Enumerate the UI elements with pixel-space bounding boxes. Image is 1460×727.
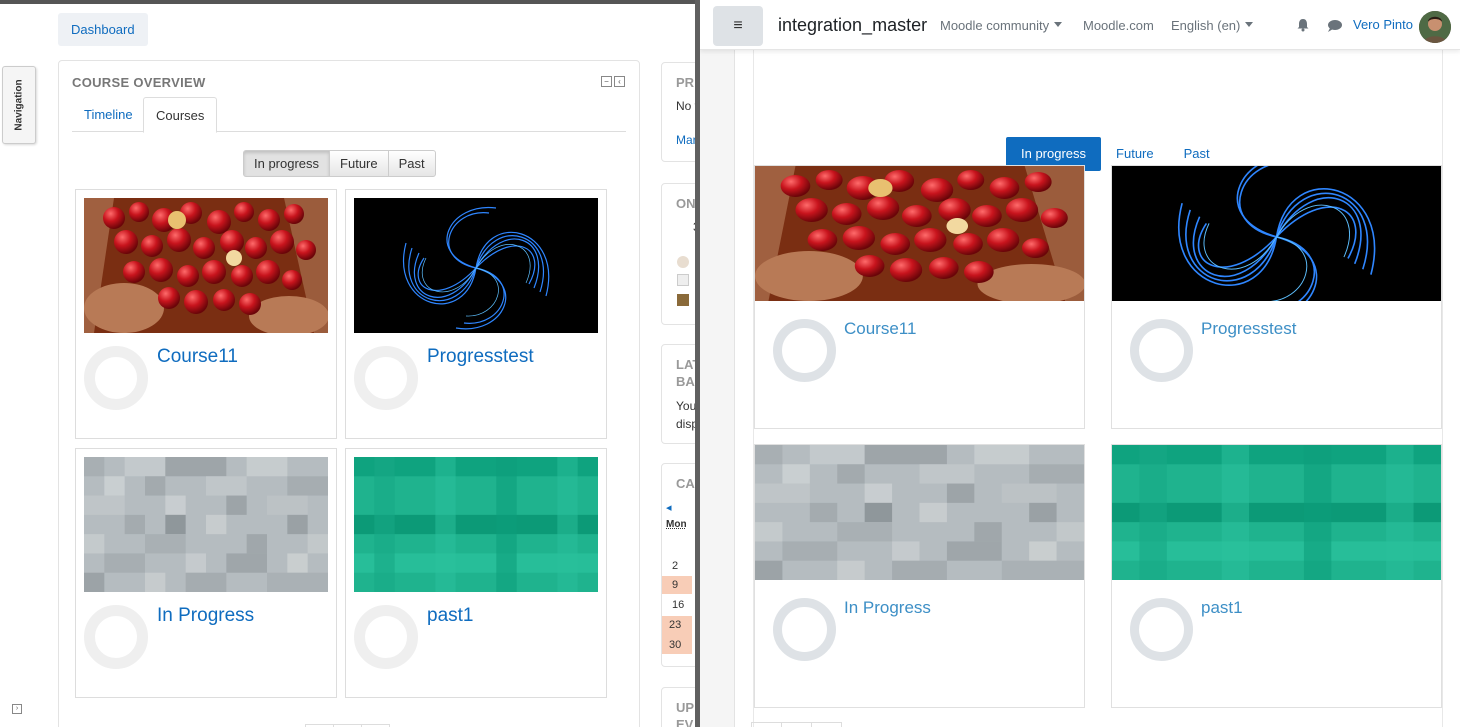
calendar-block: CA ◂ Mon 2 9 16 23 30 (661, 463, 697, 667)
notification-bell-icon[interactable] (1296, 18, 1310, 32)
pagination-next[interactable] (811, 722, 842, 727)
block-heading: BA (676, 374, 695, 389)
latest-badges-block: LAT BA You disp (661, 344, 697, 444)
course-card[interactable]: 0% past1 (1111, 444, 1442, 708)
course-name-link[interactable]: In Progress (844, 598, 931, 618)
user-avatar[interactable] (677, 274, 689, 286)
course-name-link[interactable]: Progresstest (1201, 319, 1296, 339)
block-text: disp (676, 417, 697, 431)
course-name-link[interactable]: Course11 (157, 346, 238, 368)
main-content: In progress Future Past 0% Course11 0% P… (734, 50, 1460, 727)
site-name[interactable]: integration_master (778, 15, 927, 36)
course-card[interactable]: 0% Course11 (754, 165, 1085, 429)
course-image[interactable] (1112, 445, 1441, 580)
calendar-day[interactable]: 2 (672, 560, 678, 572)
block-heading: ON (676, 196, 696, 211)
calendar-day[interactable]: 9 (672, 579, 678, 591)
navigation-drawer-tab[interactable]: Navigation (2, 66, 36, 144)
block-heading: CA (676, 476, 695, 491)
block-heading: PR (676, 75, 695, 90)
expand-icon[interactable]: › (12, 704, 22, 714)
course-overview-tabs: Timeline Courses (72, 97, 626, 133)
progress-ring: 0% (1130, 598, 1193, 661)
user-menu-name[interactable]: Vero Pinto (1353, 17, 1413, 32)
course-name-link[interactable]: In Progress (157, 605, 254, 627)
course-image[interactable] (1112, 166, 1441, 301)
course-image[interactable] (755, 445, 1084, 580)
progress-ring: 0% (1130, 319, 1193, 382)
pagination-page[interactable] (781, 722, 812, 727)
navigation-drawer-label: Navigation (13, 79, 25, 131)
course-filter-group: In progress Future Past (243, 150, 436, 177)
left-pane: Navigation Dashboard COURSE OVERVIEW − ‹… (0, 0, 697, 727)
nav-moodle-community[interactable]: Moodle community (940, 18, 1063, 33)
course-image[interactable] (84, 457, 328, 592)
course-card[interactable]: 0% past1 (345, 448, 607, 698)
nav-label: Moodle community (940, 18, 1050, 33)
dock-block-icon[interactable]: ‹ (614, 76, 625, 87)
nav-moodle-com[interactable]: Moodle.com (1083, 18, 1154, 33)
language-menu[interactable]: English (en) (1171, 18, 1254, 33)
pagination (751, 722, 842, 727)
course-image[interactable] (84, 198, 328, 333)
course-card[interactable]: 0% In Progress (754, 444, 1085, 708)
private-files-block: PR No f Mar (661, 62, 697, 162)
progress-ring: 0% (773, 598, 836, 661)
block-text: You (676, 399, 697, 413)
course-overview-title: COURSE OVERVIEW (72, 75, 206, 90)
user-avatar[interactable] (1419, 11, 1451, 43)
user-avatar[interactable] (677, 294, 689, 306)
progress-ring: 0% (354, 605, 418, 669)
course-card[interactable]: 0% Progresstest (1111, 165, 1442, 429)
course-card[interactable]: 0% Course11 (75, 189, 337, 439)
hamburger-icon[interactable]: ≡ (713, 6, 763, 46)
course-name-link[interactable]: Progresstest (427, 346, 534, 368)
pagination-prev[interactable] (751, 722, 782, 727)
calendar-day[interactable]: 30 (669, 639, 681, 651)
top-navbar: ≡ integration_master Moodle community Mo… (700, 0, 1460, 50)
block-heading: EV (676, 717, 694, 727)
course-image[interactable] (755, 166, 1084, 301)
course-image[interactable] (354, 198, 598, 333)
progress-ring: 0% (84, 605, 148, 669)
course-name-link[interactable]: past1 (1201, 598, 1243, 618)
tab-courses[interactable]: Courses (143, 97, 218, 133)
messages-icon[interactable] (1327, 19, 1343, 32)
progress-ring: 0% (773, 319, 836, 382)
minimize-block-icon[interactable]: − (601, 76, 612, 87)
block-text: No f (676, 99, 697, 113)
block-heading: UP (676, 700, 695, 715)
block-heading: LAT (676, 357, 697, 372)
tab-timeline[interactable]: Timeline (72, 97, 145, 132)
filter-in-progress-button[interactable]: In progress (243, 150, 331, 177)
upcoming-events-block: UP EV (661, 687, 697, 727)
calendar-prev-month[interactable]: ◂ (666, 501, 672, 514)
filter-future-button[interactable]: Future (329, 150, 389, 177)
course-overview-region: In progress Future Past 0% Course11 0% P… (753, 50, 1443, 727)
progress-ring: 0% (84, 346, 148, 410)
manage-files-link[interactable]: Mar (676, 133, 697, 147)
dashboard-breadcrumb-button[interactable]: Dashboard (58, 13, 148, 46)
course-name-link[interactable]: past1 (427, 605, 473, 627)
course-card[interactable]: 0% Progresstest (345, 189, 607, 439)
block-controls: − ‹ (601, 76, 625, 87)
right-pane: ≡ integration_master Moodle community Mo… (700, 0, 1460, 727)
calendar-day[interactable]: 23 (669, 619, 681, 631)
progress-ring: 0% (354, 346, 418, 410)
course-overview-block: COURSE OVERVIEW − ‹ Timeline Courses In … (58, 60, 640, 727)
chevron-down-icon (1245, 22, 1254, 27)
user-avatar[interactable] (677, 256, 689, 268)
online-users-block: ON 3 (661, 183, 697, 325)
chevron-down-icon (1054, 22, 1063, 27)
course-image[interactable] (354, 457, 598, 592)
course-name-link[interactable]: Course11 (844, 319, 916, 339)
course-card[interactable]: 0% In Progress (75, 448, 337, 698)
calendar-day-header: Mon (666, 519, 687, 530)
nav-label: English (en) (1171, 18, 1241, 33)
filter-past-button[interactable]: Past (387, 150, 436, 177)
calendar-day[interactable]: 16 (672, 599, 684, 611)
